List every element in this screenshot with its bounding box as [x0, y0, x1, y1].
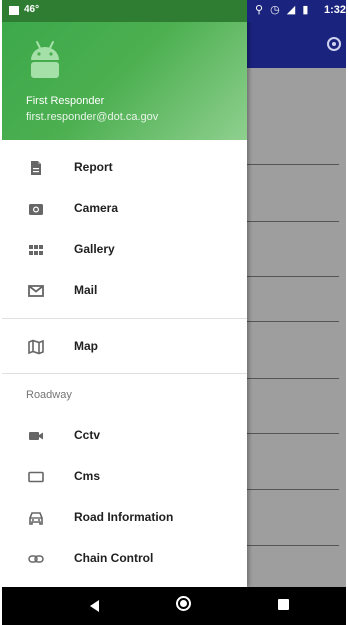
menu-label: Camera [74, 201, 119, 215]
map-icon [28, 339, 44, 355]
user-name: First Responder [26, 95, 105, 107]
list-divider [247, 321, 339, 322]
navigation-drawer: First Responder first.responder@dot.ca.g… [2, 0, 247, 587]
status-bar: 46° ⚲ ◷ ◢ ▮ 1:32 [2, 0, 346, 22]
photo-notification-icon [9, 6, 19, 15]
menu-label: Report [74, 160, 113, 174]
menu-item-camera[interactable]: Camera [2, 188, 247, 229]
status-time: 1:32 [323, 4, 346, 16]
camera-icon [29, 204, 43, 215]
recent-apps-icon[interactable] [278, 599, 289, 610]
user-email: first.responder@dot.ca.gov [26, 111, 159, 123]
system-nav-bar [2, 587, 346, 625]
menu-item-report[interactable]: Report [2, 147, 247, 188]
menu-item-road-information[interactable]: Road Information [2, 497, 247, 538]
list-divider [247, 378, 339, 379]
menu-divider [2, 318, 247, 319]
list-divider [247, 276, 339, 277]
battery-icon: ▮ [302, 4, 311, 16]
video-camera-icon [29, 432, 43, 440]
my-location-icon[interactable] [327, 37, 341, 51]
menu-label: Map [74, 339, 98, 353]
menu-item-map[interactable]: Map [2, 326, 247, 367]
list-divider [247, 164, 339, 165]
list-divider [247, 433, 339, 434]
list-divider [247, 221, 339, 222]
menu-label: Cms [74, 469, 101, 483]
menu-item-chain-control[interactable]: Chain Control [2, 538, 247, 579]
menu-item-gallery[interactable]: Gallery [2, 229, 247, 270]
home-icon[interactable] [176, 596, 191, 611]
alarm-icon: ◷ [270, 4, 282, 16]
list-divider [247, 545, 339, 546]
status-icons: ⚲ ◷ ◢ ▮ [255, 3, 310, 16]
signal-icon: ◢ [286, 4, 298, 16]
status-temperature: 46° [24, 4, 40, 15]
menu-label: Chain Control [74, 551, 154, 565]
phone-screen: 46° ⚲ ◷ ◢ ▮ 1:32 First Responder first.r… [2, 0, 346, 625]
android-avatar-icon [31, 41, 59, 78]
location-icon: ⚲ [255, 4, 266, 16]
menu-label: Mail [74, 283, 98, 297]
menu-item-cms[interactable]: Cms [2, 456, 247, 497]
car-icon [29, 512, 43, 525]
chain-link-icon [28, 555, 44, 563]
gallery-grid-icon [29, 245, 43, 255]
menu-item-mail[interactable]: Mail [2, 270, 247, 311]
list-divider [247, 489, 339, 490]
back-icon[interactable] [90, 600, 99, 612]
menu-label: Cctv [74, 428, 101, 442]
sign-board-icon [28, 471, 44, 483]
document-icon [31, 161, 41, 175]
menu-label: Gallery [74, 242, 115, 256]
menu-divider [2, 373, 247, 374]
menu-item-cctv[interactable]: Cctv [2, 415, 247, 456]
menu-label: Road Information [74, 510, 174, 524]
mail-icon [28, 285, 44, 297]
section-title-roadway: Roadway [26, 389, 72, 401]
